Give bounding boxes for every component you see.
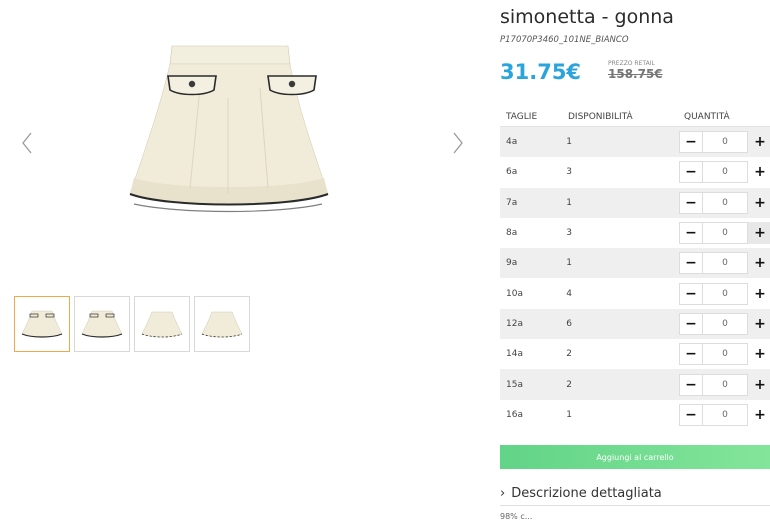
quantity-input[interactable] xyxy=(703,252,748,275)
decrement-button[interactable]: − xyxy=(679,131,703,154)
size-cell: 9a xyxy=(506,258,518,269)
product-title: simonetta - gonna xyxy=(500,6,674,28)
size-cell: 15a xyxy=(506,379,523,390)
description-toggle-label: Descrizione dettagliata xyxy=(511,485,662,501)
product-sku: P17070P3460_101NE_BIANCO xyxy=(500,35,629,45)
size-table-header: TAGLIE DISPONIBILITÀ QUANTITÀ xyxy=(500,108,770,127)
chevron-left-icon xyxy=(22,132,32,154)
table-row: 4a1−+ xyxy=(500,127,770,158)
size-cell: 16a xyxy=(506,409,523,420)
thumbnail-3[interactable] xyxy=(134,296,190,352)
thumbnail-1[interactable] xyxy=(14,296,70,352)
increment-button[interactable]: + xyxy=(748,192,770,214)
quantity-stepper: −+ xyxy=(679,282,770,305)
thumbnail-2[interactable] xyxy=(74,296,130,352)
size-table: TAGLIE DISPONIBILITÀ QUANTITÀ 4a1−+6a3−+… xyxy=(500,108,770,430)
size-cell: 4a xyxy=(506,137,518,148)
decrement-button[interactable]: − xyxy=(679,282,703,305)
increment-button[interactable]: + xyxy=(748,343,770,365)
size-cell: 12a xyxy=(506,318,523,329)
composition-text: 98% c... xyxy=(500,512,533,521)
decrement-button[interactable]: − xyxy=(679,403,703,426)
chevron-right-icon: › xyxy=(500,485,506,501)
quantity-stepper: −+ xyxy=(679,191,770,214)
header-quantity: QUANTITÀ xyxy=(684,112,730,122)
retail-price-label: PREZZO RETAIL xyxy=(608,60,655,67)
quantity-input[interactable] xyxy=(703,222,748,245)
increment-button[interactable]: + xyxy=(748,374,770,396)
table-row: 8a3−+ xyxy=(500,217,770,249)
quantity-stepper: −+ xyxy=(679,373,770,396)
table-row: 6a3−+ xyxy=(500,157,770,188)
availability-cell: 1 xyxy=(566,197,572,208)
quantity-input[interactable] xyxy=(703,312,748,335)
header-availability: DISPONIBILITÀ xyxy=(568,112,633,122)
increment-button[interactable]: + xyxy=(748,283,770,305)
decrement-button[interactable]: − xyxy=(679,312,703,335)
quantity-stepper: −+ xyxy=(679,403,770,426)
quantity-input[interactable] xyxy=(703,282,748,305)
product-gallery xyxy=(0,0,480,518)
increment-button[interactable]: + xyxy=(748,252,770,274)
table-row: 14a2−+ xyxy=(500,339,770,370)
availability-cell: 1 xyxy=(566,137,572,148)
quantity-stepper: −+ xyxy=(679,131,770,154)
quantity-input[interactable] xyxy=(703,161,748,184)
quantity-input[interactable] xyxy=(703,191,748,214)
availability-cell: 3 xyxy=(566,228,572,239)
quantity-input[interactable] xyxy=(703,373,748,396)
quantity-stepper: −+ xyxy=(679,222,770,245)
quantity-input[interactable] xyxy=(703,403,748,426)
table-row: 10a4−+ xyxy=(500,278,770,309)
size-cell: 8a xyxy=(506,228,518,239)
size-cell: 14a xyxy=(506,349,523,360)
table-row: 7a1−+ xyxy=(500,187,770,218)
increment-button[interactable]: + xyxy=(748,131,770,153)
add-to-cart-button[interactable]: Aggiungi al carrello xyxy=(500,445,770,469)
table-row: 9a1−+ xyxy=(500,248,770,279)
decrement-button[interactable]: − xyxy=(679,252,703,275)
availability-cell: 6 xyxy=(566,318,572,329)
size-cell: 10a xyxy=(506,288,523,299)
decrement-button[interactable]: − xyxy=(679,161,703,184)
availability-cell: 1 xyxy=(566,409,572,420)
gallery-next-button[interactable] xyxy=(449,128,467,158)
availability-cell: 3 xyxy=(566,167,572,178)
quantity-stepper: −+ xyxy=(679,312,770,335)
decrement-button[interactable]: − xyxy=(679,222,703,245)
increment-button[interactable]: + xyxy=(748,161,770,183)
availability-cell: 2 xyxy=(566,379,572,390)
decrement-button[interactable]: − xyxy=(679,373,703,396)
quantity-input[interactable] xyxy=(703,131,748,154)
product-image xyxy=(129,45,329,213)
header-size: TAGLIE xyxy=(506,112,538,122)
availability-cell: 4 xyxy=(566,288,572,299)
thumbnail-4[interactable] xyxy=(194,296,250,352)
size-cell: 6a xyxy=(506,167,518,178)
size-table-body: 4a1−+6a3−+7a1−+8a3−+9a1−+10a4−+12a6−+14a… xyxy=(500,127,770,430)
availability-cell: 2 xyxy=(566,349,572,360)
availability-cell: 1 xyxy=(566,258,572,269)
table-row: 15a2−+ xyxy=(500,369,770,400)
size-cell: 7a xyxy=(506,197,518,208)
retail-price: 158.75€ xyxy=(608,67,663,81)
decrement-button[interactable]: − xyxy=(679,343,703,366)
quantity-stepper: −+ xyxy=(679,343,770,366)
product-details: simonetta - gonna P17070P3460_101NE_BIAN… xyxy=(500,0,770,521)
product-price: 31.75€ xyxy=(500,60,582,84)
chevron-right-icon xyxy=(453,132,463,154)
quantity-stepper: −+ xyxy=(679,161,770,184)
decrement-button[interactable]: − xyxy=(679,191,703,214)
quantity-stepper: −+ xyxy=(679,252,770,275)
increment-button[interactable]: + xyxy=(748,404,770,426)
increment-button[interactable]: + xyxy=(748,222,770,245)
increment-button[interactable]: + xyxy=(748,313,770,335)
table-row: 12a6−+ xyxy=(500,308,770,340)
thumbnail-strip xyxy=(14,296,250,352)
table-row: 16a1−+ xyxy=(500,399,770,430)
gallery-prev-button[interactable] xyxy=(18,128,36,158)
quantity-input[interactable] xyxy=(703,343,748,366)
description-toggle[interactable]: › Descrizione dettagliata xyxy=(500,481,770,506)
